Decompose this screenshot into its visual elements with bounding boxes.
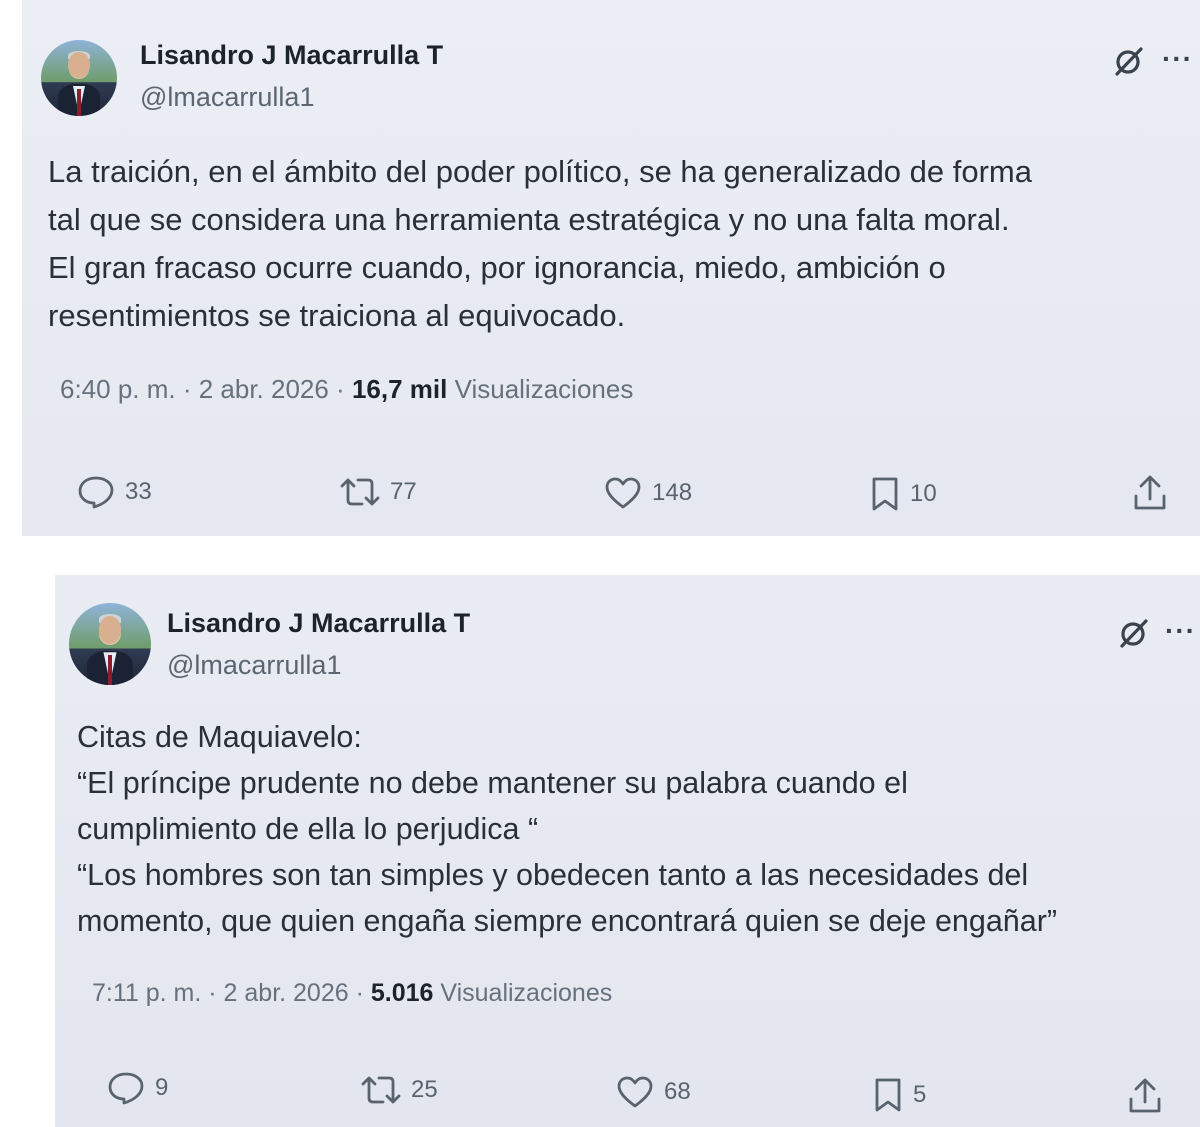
repost-icon <box>361 1076 401 1104</box>
repost-button[interactable]: 25 <box>361 1074 438 1106</box>
bookmark-button[interactable]: 10 <box>870 476 937 512</box>
tweet-card: Lisandro J Macarrulla T @lmacarrulla1 ··… <box>22 0 1200 536</box>
tweet-text: Citas de Maquiavelo: “El príncipe pruden… <box>77 714 1057 944</box>
tweet-text-line: cumplimiento de ella lo perjudica “ <box>77 812 539 846</box>
tweet-text-line: tal que se considera una herramienta est… <box>48 202 1010 237</box>
reply-icon <box>108 1072 144 1105</box>
grok-icon[interactable] <box>1117 616 1151 656</box>
tweet-text-line: “El príncipe prudente no debe mantener s… <box>77 766 908 800</box>
tweet-text: La traición, en el ámbito del poder polí… <box>48 148 1032 340</box>
tweet-text-line: El gran fracaso ocurre cuando, por ignor… <box>48 250 946 285</box>
bookmark-icon <box>872 477 898 511</box>
bookmark-count: 10 <box>910 480 937 507</box>
tweet-timestamp[interactable]: 6:40 p. m. · 2 abr. 2026 · <box>60 374 352 404</box>
reply-count: 9 <box>155 1074 169 1101</box>
author-name[interactable]: Lisandro J Macarrulla T <box>167 608 470 639</box>
reply-count: 33 <box>125 478 152 505</box>
heart-icon <box>605 477 641 509</box>
bookmark-button[interactable]: 5 <box>873 1077 926 1113</box>
repost-count: 77 <box>390 478 417 505</box>
views-count: 5.016 <box>370 979 434 1007</box>
reply-button[interactable]: 33 <box>77 474 152 510</box>
like-count: 68 <box>664 1078 691 1105</box>
more-icon[interactable]: ··· <box>1162 45 1193 73</box>
tweet-text-line: resentimientos se traiciona al equivocad… <box>48 298 626 333</box>
views-label: Visualizaciones <box>447 374 634 404</box>
avatar[interactable] <box>41 40 117 116</box>
author-name[interactable]: Lisandro J Macarrulla T <box>140 40 443 71</box>
repost-icon <box>340 478 380 506</box>
bookmark-icon <box>875 1078 901 1112</box>
reply-button[interactable]: 9 <box>107 1070 168 1106</box>
share-button[interactable] <box>1127 1077 1163 1115</box>
tweet-timestamp[interactable]: 7:11 p. m. · 2 abr. 2026 · <box>92 979 371 1007</box>
tweet-card: Lisandro J Macarrulla T @lmacarrulla1 ··… <box>55 575 1200 1127</box>
views-label: Visualizaciones <box>433 979 613 1007</box>
tweet-text-line: La traición, en el ámbito del poder polí… <box>48 154 1032 189</box>
tweet-text-line: momento, que quien engaña siempre encont… <box>77 904 1058 938</box>
heart-icon <box>617 1076 653 1108</box>
tweet-meta: 6:40 p. m. · 2 abr. 2026 · 16,7 mil Visu… <box>60 374 633 405</box>
tweet-meta: 7:11 p. m. · 2 abr. 2026 · 5.016 Visuali… <box>92 979 612 1008</box>
views-count: 16,7 mil <box>351 374 448 404</box>
share-button[interactable] <box>1132 474 1168 512</box>
tweet-text-line: Citas de Maquiavelo: <box>77 720 362 754</box>
bookmark-count: 5 <box>913 1081 927 1108</box>
repost-button[interactable]: 77 <box>340 476 417 508</box>
like-count: 148 <box>652 479 693 506</box>
like-button[interactable]: 68 <box>616 1075 691 1109</box>
repost-count: 25 <box>411 1076 438 1103</box>
author-handle[interactable]: @lmacarrulla1 <box>140 82 314 113</box>
reply-icon <box>78 476 114 509</box>
share-icon <box>1134 475 1166 510</box>
share-icon <box>1129 1078 1161 1113</box>
like-button[interactable]: 148 <box>604 476 692 510</box>
more-icon[interactable]: ··· <box>1165 617 1196 645</box>
author-handle[interactable]: @lmacarrulla1 <box>167 650 341 681</box>
tweet-text-line: “Los hombres son tan simples y obedecen … <box>77 858 1029 892</box>
avatar[interactable] <box>69 603 151 685</box>
grok-icon[interactable] <box>1112 44 1146 84</box>
